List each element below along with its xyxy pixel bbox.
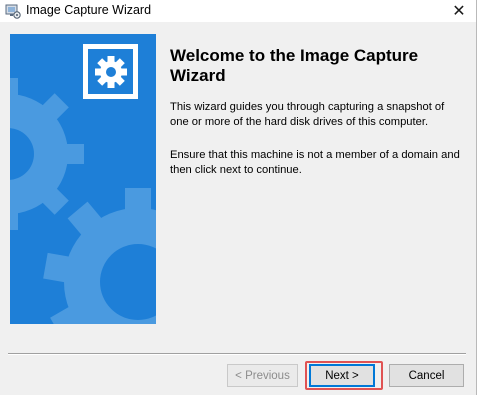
close-button[interactable]: ✕	[442, 0, 476, 22]
close-icon: ✕	[452, 3, 466, 20]
logo-inner	[88, 49, 133, 94]
app-icon	[5, 4, 21, 19]
previous-button[interactable]: < Previous	[227, 364, 298, 387]
title-bar: Image Capture Wizard ✕	[0, 0, 476, 22]
instruction-text: Ensure that this machine is not a member…	[170, 149, 460, 176]
wizard-logo	[83, 44, 138, 99]
page-title: Welcome to the Image Capture Wizard	[170, 46, 419, 85]
gear-icon	[94, 55, 127, 88]
footer-separator	[8, 353, 466, 355]
cancel-button[interactable]: Cancel	[389, 364, 464, 387]
window-title: Image Capture Wizard	[26, 3, 152, 17]
intro-text: This wizard guides you through capturing…	[170, 101, 445, 128]
wizard-window: Image Capture Wizard ✕ Welcome to the Im…	[0, 0, 477, 395]
wizard-banner	[10, 34, 156, 324]
next-button-highlight	[305, 361, 383, 390]
